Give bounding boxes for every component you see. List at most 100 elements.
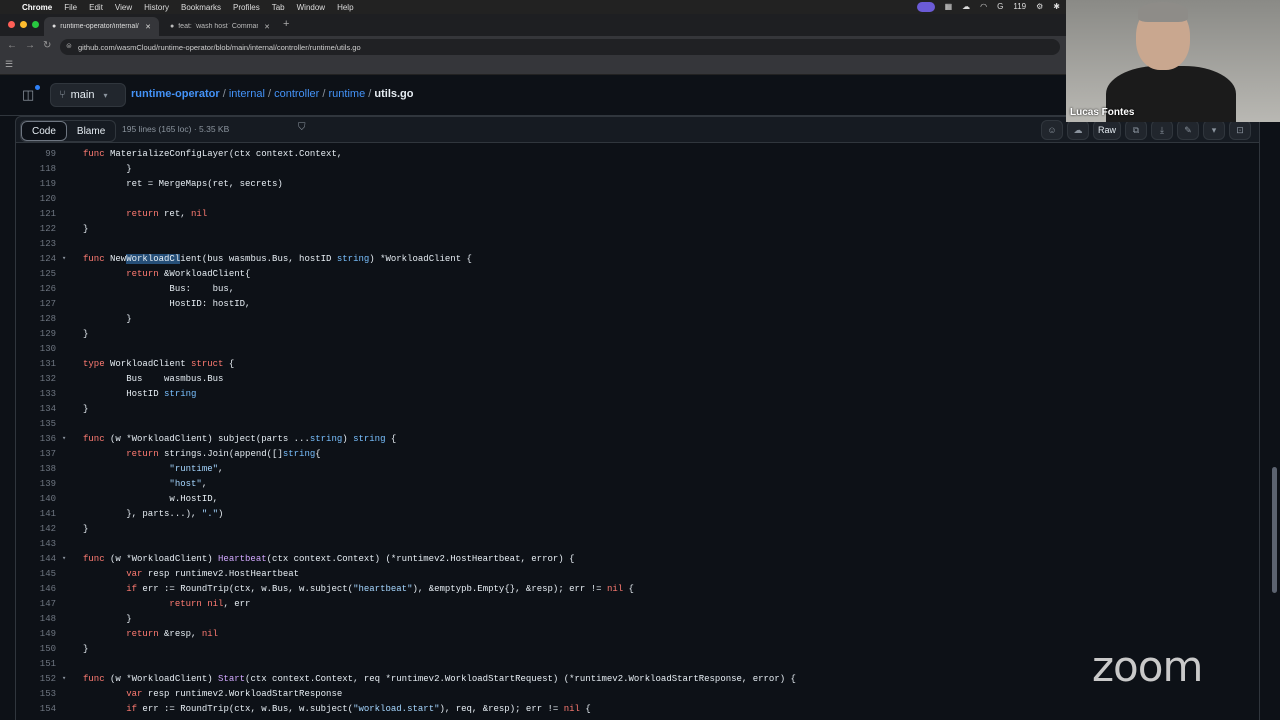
grid-icon[interactable]: ▦ xyxy=(945,2,953,12)
forward-icon[interactable]: → xyxy=(25,40,35,51)
line-number[interactable]: 147 xyxy=(16,597,56,612)
new-tab-icon[interactable]: + xyxy=(283,18,289,30)
close-tab-icon[interactable]: ✕ xyxy=(264,23,270,31)
recording-pill-icon[interactable] xyxy=(916,2,935,12)
blame-tab[interactable]: Blame xyxy=(67,121,115,141)
menu-help[interactable]: Help xyxy=(337,3,353,12)
code-line: 138 "runtime", xyxy=(16,462,1256,477)
menu-chrome[interactable]: Chrome xyxy=(22,3,52,12)
menu-tab[interactable]: Tab xyxy=(272,3,285,12)
line-number[interactable]: 140 xyxy=(16,492,56,507)
line-number[interactable]: 132 xyxy=(16,372,56,387)
line-number[interactable]: 99 xyxy=(16,147,56,162)
menu-window[interactable]: Window xyxy=(297,3,325,12)
code-text: ret = MergeMaps(ret, secrets) xyxy=(83,179,283,189)
breadcrumb-internal[interactable]: internal xyxy=(229,88,265,100)
fold-chevron-icon[interactable]: ▾ xyxy=(62,252,66,267)
line-number[interactable]: 139 xyxy=(16,477,56,492)
fold-chevron-icon[interactable]: ▾ xyxy=(62,552,66,567)
line-number[interactable]: 119 xyxy=(16,177,56,192)
code-tab[interactable]: Code xyxy=(21,121,67,141)
line-number[interactable]: 143 xyxy=(16,537,56,552)
maximize-window-icon[interactable] xyxy=(32,21,39,28)
code-text: } xyxy=(83,524,89,534)
line-number[interactable]: 133 xyxy=(16,387,56,402)
line-number[interactable]: 138 xyxy=(16,462,56,477)
line-number[interactable]: 152 xyxy=(16,672,56,687)
sidebar-toggle-icon[interactable]: ◫ xyxy=(22,85,40,103)
line-number[interactable]: 123 xyxy=(16,237,56,252)
line-number[interactable]: 148 xyxy=(16,612,56,627)
grammarly-icon[interactable]: G xyxy=(997,2,1003,12)
line-number[interactable]: 141 xyxy=(16,507,56,522)
settings-icon[interactable]: ⚙ xyxy=(1036,2,1043,12)
menu-profiles[interactable]: Profiles xyxy=(233,3,260,12)
reload-icon[interactable]: ↻ xyxy=(43,40,51,51)
chevron-down-icon: ▾ xyxy=(103,90,108,100)
close-tab-icon[interactable]: ✕ xyxy=(145,23,151,31)
line-number[interactable]: 129 xyxy=(16,327,56,342)
branch-selector[interactable]: ⑂ main ▾ xyxy=(50,83,126,107)
line-number[interactable]: 142 xyxy=(16,522,56,537)
download-icon[interactable]: ⤓ xyxy=(1151,120,1173,140)
site-info-icon[interactable]: ⊜ xyxy=(66,42,72,50)
line-number[interactable]: 136 xyxy=(16,432,56,447)
copilot-icon[interactable]: ☺ xyxy=(1040,120,1063,140)
line-number[interactable]: 126 xyxy=(16,282,56,297)
line-number[interactable]: 144 xyxy=(16,552,56,567)
raw-button[interactable]: Raw xyxy=(1092,120,1121,140)
line-number[interactable]: 145 xyxy=(16,567,56,582)
line-number[interactable]: 150 xyxy=(16,642,56,657)
minimize-window-icon[interactable] xyxy=(20,21,27,28)
breadcrumb-controller[interactable]: controller xyxy=(274,88,319,100)
line-number[interactable]: 134 xyxy=(16,402,56,417)
status-count: 119 xyxy=(1013,2,1027,11)
scrollbar[interactable] xyxy=(1272,143,1278,720)
line-number[interactable]: 124 xyxy=(16,252,56,267)
menu-bookmarks[interactable]: Bookmarks xyxy=(181,3,221,12)
line-number[interactable]: 130 xyxy=(16,342,56,357)
fold-chevron-icon[interactable]: ▾ xyxy=(62,432,66,447)
edit-pencil-icon[interactable]: ✎ xyxy=(1177,120,1199,140)
breadcrumb-runtime[interactable]: runtime xyxy=(329,88,366,100)
bluetooth-icon[interactable]: ✱ xyxy=(1053,2,1060,12)
line-number[interactable]: 128 xyxy=(16,312,56,327)
breadcrumb-repo[interactable]: runtime-operator xyxy=(131,88,220,100)
code-view[interactable]: 99 func MaterializeConfigLayer(ctx contex… xyxy=(15,143,1260,720)
cloud-icon[interactable]: ☁ xyxy=(1066,120,1089,140)
code-line: 143 xyxy=(16,537,1256,552)
line-number[interactable]: 121 xyxy=(16,207,56,222)
line-number[interactable]: 137 xyxy=(16,447,56,462)
cloud-icon[interactable]: ☁ xyxy=(962,2,970,12)
line-number[interactable]: 125 xyxy=(16,267,56,282)
line-number[interactable]: 146 xyxy=(16,582,56,597)
back-icon[interactable]: ← xyxy=(7,40,17,51)
shield-icon[interactable]: ⛉ xyxy=(298,122,306,133)
fold-chevron-icon[interactable]: ▾ xyxy=(62,672,66,687)
menu-icon[interactable]: ☰ xyxy=(5,59,13,70)
close-window-icon[interactable] xyxy=(8,21,15,28)
copy-icon[interactable]: ⧉ xyxy=(1125,120,1147,140)
line-number[interactable]: 131 xyxy=(16,357,56,372)
code-line: 133 HostID string xyxy=(16,387,1256,402)
scrollbar-thumb[interactable] xyxy=(1272,467,1277,593)
line-number[interactable]: 153 xyxy=(16,687,56,702)
menu-view[interactable]: View xyxy=(115,3,132,12)
browser-tab[interactable]: ● feat: `wash host` Command ✕ xyxy=(162,17,278,36)
line-number[interactable]: 151 xyxy=(16,657,56,672)
browser-tab-active[interactable]: ● runtime-operator/internal/co ✕ xyxy=(44,17,159,36)
menu-edit[interactable]: Edit xyxy=(89,3,103,12)
line-number[interactable]: 135 xyxy=(16,417,56,432)
wifi-icon[interactable]: ◠ xyxy=(980,2,987,12)
line-number[interactable]: 127 xyxy=(16,297,56,312)
menu-file[interactable]: File xyxy=(64,3,77,12)
symbols-panel-icon[interactable]: ⊡ xyxy=(1229,120,1251,140)
line-number[interactable]: 154 xyxy=(16,702,56,717)
line-number[interactable]: 122 xyxy=(16,222,56,237)
url-field[interactable]: ⊜ github.com/wasmCloud/runtime-operator/… xyxy=(60,39,1060,55)
line-number[interactable]: 149 xyxy=(16,627,56,642)
line-number[interactable]: 120 xyxy=(16,192,56,207)
line-number[interactable]: 118 xyxy=(16,162,56,177)
chevron-down-icon[interactable]: ▾ xyxy=(1203,120,1225,140)
menu-history[interactable]: History xyxy=(144,3,169,12)
